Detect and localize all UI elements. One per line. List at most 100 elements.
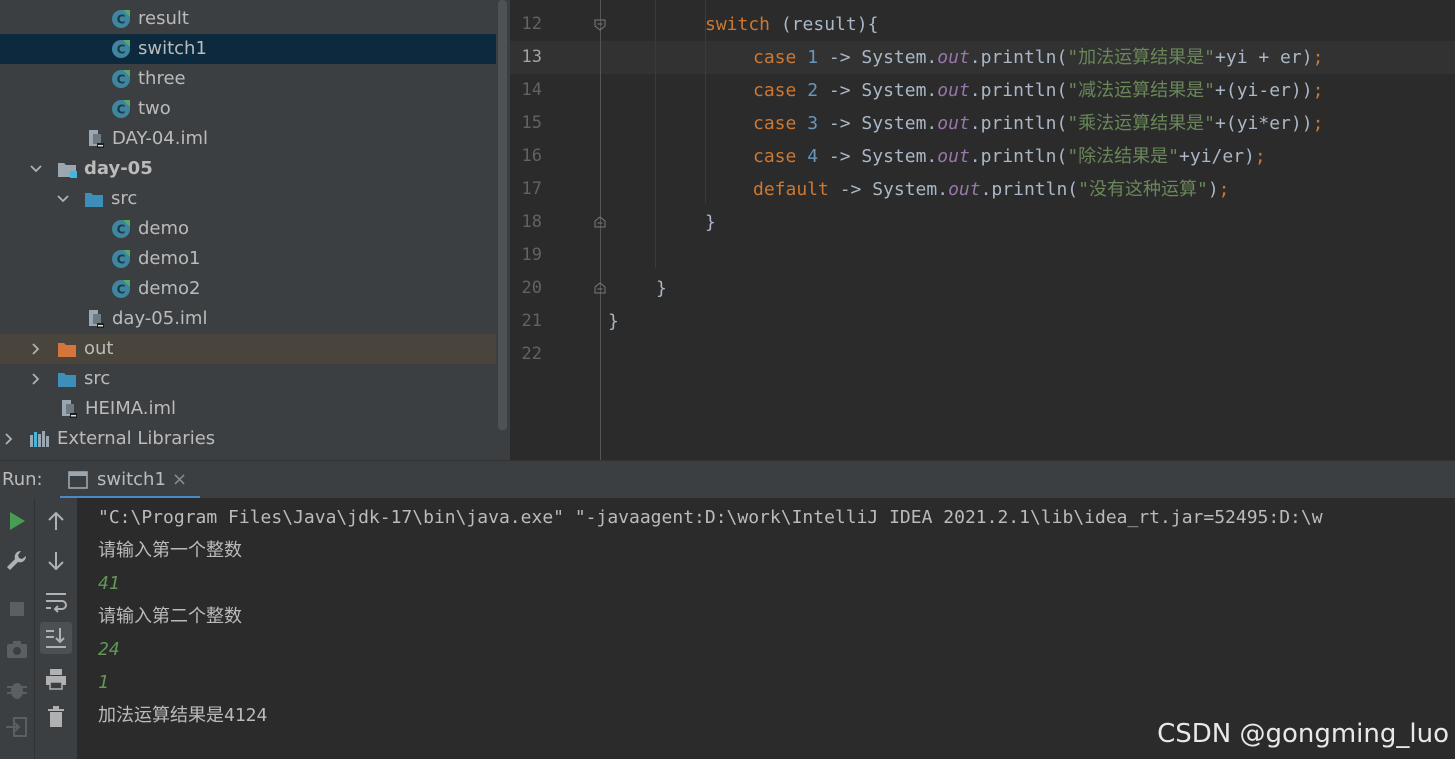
- tree-item-result[interactable]: C result: [0, 4, 496, 34]
- code-number: 1: [807, 47, 819, 68]
- tree-item-day04-iml[interactable]: DAY-04.iml: [0, 124, 496, 154]
- code-static-field: out: [937, 113, 970, 134]
- fold-open-icon[interactable]: [594, 19, 606, 31]
- chevron-right-icon[interactable]: [28, 364, 44, 394]
- bug-icon[interactable]: [4, 676, 30, 702]
- code-static-field: out: [937, 80, 970, 101]
- arrow-up-icon[interactable]: [43, 508, 69, 534]
- exit-icon[interactable]: [4, 714, 30, 740]
- code-editor[interactable]: 12 13 14 15 16 17 18 19 20 21 22 ; switc…: [510, 0, 1455, 460]
- scroll-to-end-icon: [46, 628, 66, 648]
- tree-item-external-libraries[interactable]: External Libraries: [0, 424, 496, 454]
- print-icon[interactable]: [43, 666, 69, 692]
- tree-item-src[interactable]: src: [0, 184, 496, 214]
- iml-file-icon: [62, 400, 77, 418]
- run-toolbar-left: [0, 498, 35, 759]
- camera-icon[interactable]: [4, 636, 30, 662]
- code-line: }: [656, 278, 667, 299]
- run-tab-label: switch1: [97, 469, 166, 490]
- code-number: 3: [807, 113, 819, 134]
- chevron-down-icon[interactable]: [28, 154, 44, 184]
- gutter-divider: [600, 0, 601, 460]
- folder-icon: [58, 343, 76, 357]
- code-static-field: out: [948, 179, 981, 200]
- chevron-right-icon[interactable]: [28, 334, 44, 364]
- console-line: 请输入第二个整数: [98, 606, 242, 627]
- java-class-icon: C: [112, 70, 130, 88]
- tree-scrollbar[interactable]: [498, 0, 507, 430]
- tree-item-label: out: [84, 338, 114, 359]
- code-line: case 2 -> System.out.println("减法运算结果是"+(…: [753, 74, 1323, 107]
- tree-item-label: src: [111, 188, 138, 209]
- code-token: (result){: [770, 14, 879, 35]
- run-panel-header: Run: switch1 ×: [0, 460, 1455, 499]
- fold-end-icon[interactable]: [594, 282, 606, 294]
- folder-icon: [85, 193, 103, 207]
- code-static-field: out: [937, 47, 970, 68]
- tree-item-label: src: [84, 368, 111, 389]
- tree-item-switch1[interactable]: C switch1: [0, 34, 496, 64]
- close-icon[interactable]: ×: [172, 461, 187, 499]
- tree-item-out[interactable]: out: [0, 334, 496, 364]
- tree-item-demo2[interactable]: C demo2: [0, 274, 496, 304]
- code-semicolon: ;: [1218, 179, 1230, 200]
- tree-item-three[interactable]: C three: [0, 64, 496, 94]
- line-number: 22: [521, 344, 542, 364]
- stop-icon[interactable]: [4, 596, 30, 622]
- tree-item-day05-iml[interactable]: day-05.iml: [0, 304, 496, 334]
- iml-file-icon: [89, 310, 104, 328]
- soft-wrap-icon[interactable]: [43, 588, 69, 614]
- tree-item-demo1[interactable]: C demo1: [0, 244, 496, 274]
- code-token: .println(: [980, 179, 1079, 200]
- code-keyword: case: [753, 113, 797, 134]
- code-token: +yi/er): [1179, 146, 1255, 167]
- code-static-field: out: [937, 146, 970, 167]
- tree-item-demo[interactable]: C demo: [0, 214, 496, 244]
- code-number: 4: [807, 146, 819, 167]
- console-line: "C:\Program Files\Java\jdk-17\bin\java.e…: [98, 507, 1323, 528]
- code-keyword: switch: [705, 14, 771, 35]
- code-line: case 4 -> System.out.println("除法结果是"+yi/…: [753, 140, 1266, 173]
- svg-text:C: C: [117, 103, 126, 117]
- run-toolbar-console: [35, 498, 77, 759]
- line-number: 20: [521, 278, 542, 298]
- tree-item-src-root[interactable]: src: [0, 364, 496, 394]
- code-line: switch (result){: [705, 8, 878, 41]
- tree-item-label: result: [138, 8, 189, 29]
- code-semicolon: ;: [1312, 47, 1324, 68]
- run-icon[interactable]: [4, 508, 30, 534]
- chevron-down-icon[interactable]: [55, 184, 71, 214]
- java-class-icon: C: [112, 250, 130, 268]
- run-tab-switch1[interactable]: switch1 ×: [60, 461, 200, 499]
- line-number: 14: [521, 80, 542, 100]
- scroll-to-end-toggle[interactable]: [40, 622, 72, 654]
- java-class-icon: C: [112, 100, 130, 118]
- code-token: ): [1207, 179, 1219, 200]
- tree-item-day05[interactable]: day-05: [0, 154, 496, 184]
- tree-item-label: day-05: [84, 158, 153, 179]
- svg-text:C: C: [117, 223, 126, 237]
- tree-item-label: HEIMA.iml: [85, 398, 177, 419]
- code-semicolon: ;: [1312, 113, 1324, 134]
- tree-item-heima-iml[interactable]: HEIMA.iml: [0, 394, 496, 424]
- code-token: -> System.: [818, 47, 938, 68]
- code-line: case 1 -> System.out.println("加法运算结果是"+y…: [753, 41, 1323, 74]
- code-line: }: [608, 311, 619, 332]
- code-line: }: [705, 212, 716, 233]
- tree-item-two[interactable]: C two: [0, 94, 496, 124]
- arrow-down-icon[interactable]: [43, 548, 69, 574]
- run-label: Run:: [2, 469, 43, 490]
- tree-item-label: two: [138, 98, 171, 119]
- code-token: ;: [990, 0, 1001, 2]
- tree-item-label: three: [138, 68, 186, 89]
- wrench-icon[interactable]: [4, 548, 30, 574]
- code-token: +(yi-er)): [1215, 80, 1313, 101]
- tree-item-label: External Libraries: [57, 428, 216, 449]
- code-string: "除法结果是": [1067, 146, 1180, 167]
- code-keyword: case: [753, 47, 797, 68]
- fold-end-icon[interactable]: [594, 216, 606, 228]
- libraries-icon: [30, 431, 49, 447]
- trash-icon[interactable]: [43, 704, 69, 730]
- tree-item-label: switch1: [138, 38, 207, 59]
- chevron-right-icon[interactable]: [1, 424, 17, 454]
